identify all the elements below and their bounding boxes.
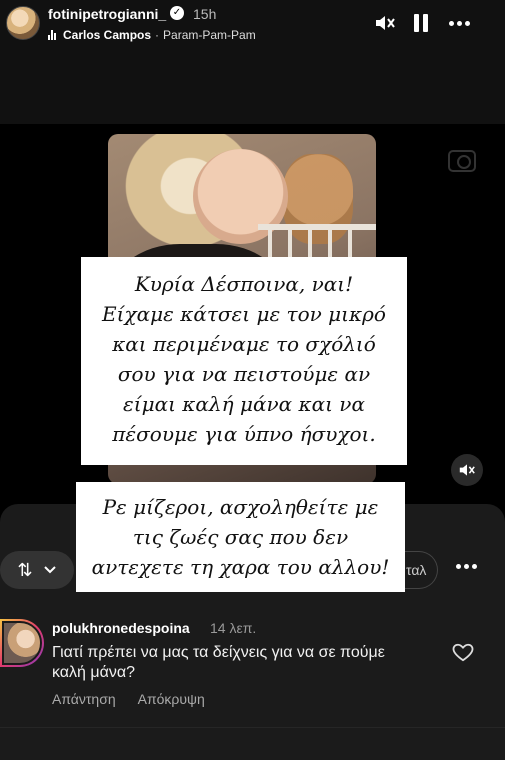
- next-comment-strip: [0, 727, 505, 760]
- heart-icon: [452, 643, 474, 662]
- story-more-button[interactable]: [446, 10, 472, 36]
- caption2-line: αντεχετε τη χαρα του αλλου!: [91, 555, 390, 579]
- header-band: [0, 48, 505, 124]
- caption1-line: είμαι καλή μάνα και να: [123, 392, 365, 416]
- speaker-muted-icon: [376, 16, 395, 30]
- more-dots-icon: [448, 20, 470, 26]
- story-time: 15h: [193, 6, 217, 22]
- caption2-line: Ρε μίζεροι, ασχοληθείτε με: [102, 495, 379, 519]
- story-avatar[interactable]: [6, 6, 40, 40]
- story-caption-2: Ρε μίζεροι, ασχοληθείτε με τις ζωές σας …: [76, 482, 405, 592]
- caption1-line: και περιμέναμε το σχόλιό: [112, 332, 376, 356]
- video-mute-button[interactable]: [451, 454, 483, 486]
- verified-badge-icon: ✓: [170, 6, 184, 20]
- caption1-line: πέσουμε για ύπνο ήσυχοι.: [112, 422, 376, 446]
- comment-username[interactable]: polukhronedespoina: [52, 620, 190, 636]
- music-bars-icon: [48, 30, 56, 40]
- caption1-line: Είχαμε κάτσει με τον μικρό: [102, 302, 386, 326]
- comment-text: Γιατί πρέπει να μας τα δείχνεις για να σ…: [52, 644, 385, 681]
- pause-icon: [414, 14, 428, 32]
- sort-button[interactable]: ⇅: [0, 551, 74, 589]
- story-content[interactable]: Κυρία Δέσποινα, ναι! Είχαμε κάτσει με το…: [0, 124, 505, 524]
- like-comment-button[interactable]: [452, 642, 474, 667]
- camera-icon[interactable]: [448, 150, 476, 172]
- story-header: fotinipetrogianni_ ✓ 15h Carlos Campos ·…: [0, 0, 505, 48]
- hide-button[interactable]: Απόκρυψη: [138, 691, 205, 707]
- music-artist: Carlos Campos: [63, 28, 152, 42]
- story-caption-1: Κυρία Δέσποινα, ναι! Είχαμε κάτσει με το…: [81, 257, 407, 465]
- more-dots-icon: [456, 564, 477, 569]
- comment-time: 14 λεπ.: [210, 620, 257, 636]
- reply-button[interactable]: Απάντηση: [52, 691, 116, 707]
- caption2-line: τις ζωές σας που δεν: [132, 525, 349, 549]
- caption1-line: σου για να πειστούμε αν: [117, 362, 371, 386]
- comment-actions: Απάντηση Απόκρυψη: [52, 691, 205, 707]
- panel-more-button[interactable]: [456, 564, 477, 569]
- story-username[interactable]: fotinipetrogianni_: [48, 6, 166, 22]
- sort-arrows-icon: ⇅: [17, 559, 33, 580]
- music-info[interactable]: Carlos Campos · Param-Pam-Pam: [48, 28, 256, 42]
- speaker-muted-icon: [459, 464, 475, 476]
- pause-button[interactable]: [408, 10, 434, 36]
- mute-button[interactable]: [372, 10, 398, 36]
- chevron-down-icon: [43, 566, 56, 574]
- music-song: Param-Pam-Pam: [163, 28, 256, 42]
- music-separator: ·: [155, 28, 160, 42]
- caption1-line: Κυρία Δέσποινα, ναι!: [134, 272, 354, 296]
